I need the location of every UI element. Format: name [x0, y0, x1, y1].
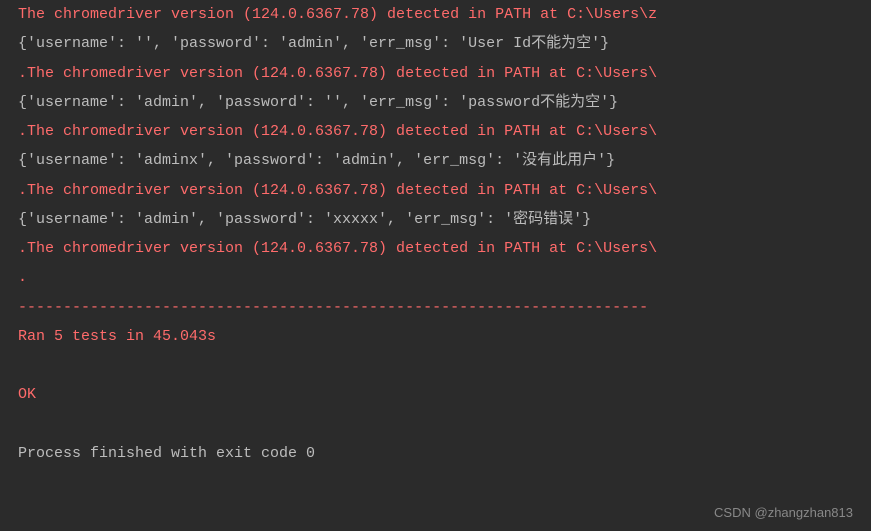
warning-line: .The chromedriver version (124.0.6367.78…	[18, 117, 853, 146]
test-dot: .	[18, 263, 853, 292]
test-case-dict: {'username': 'admin', 'password': '', 'e…	[18, 88, 853, 117]
warning-line: The chromedriver version (124.0.6367.78)…	[18, 0, 853, 29]
ok-status: OK	[18, 380, 853, 409]
separator-line: ----------------------------------------…	[18, 293, 853, 322]
watermark-label: CSDN @zhangzhan813	[714, 505, 853, 521]
process-finished: Process finished with exit code 0	[18, 439, 853, 468]
blank-line	[18, 351, 853, 380]
ran-tests-summary: Ran 5 tests in 45.043s	[18, 322, 853, 351]
warning-line: .The chromedriver version (124.0.6367.78…	[18, 234, 853, 263]
blank-line	[18, 410, 853, 439]
console-output: The chromedriver version (124.0.6367.78)…	[18, 0, 853, 468]
warning-line: .The chromedriver version (124.0.6367.78…	[18, 176, 853, 205]
warning-line: .The chromedriver version (124.0.6367.78…	[18, 59, 853, 88]
test-case-dict: {'username': '', 'password': 'admin', 'e…	[18, 29, 853, 58]
test-case-dict: {'username': 'adminx', 'password': 'admi…	[18, 146, 853, 175]
test-case-dict: {'username': 'admin', 'password': 'xxxxx…	[18, 205, 853, 234]
